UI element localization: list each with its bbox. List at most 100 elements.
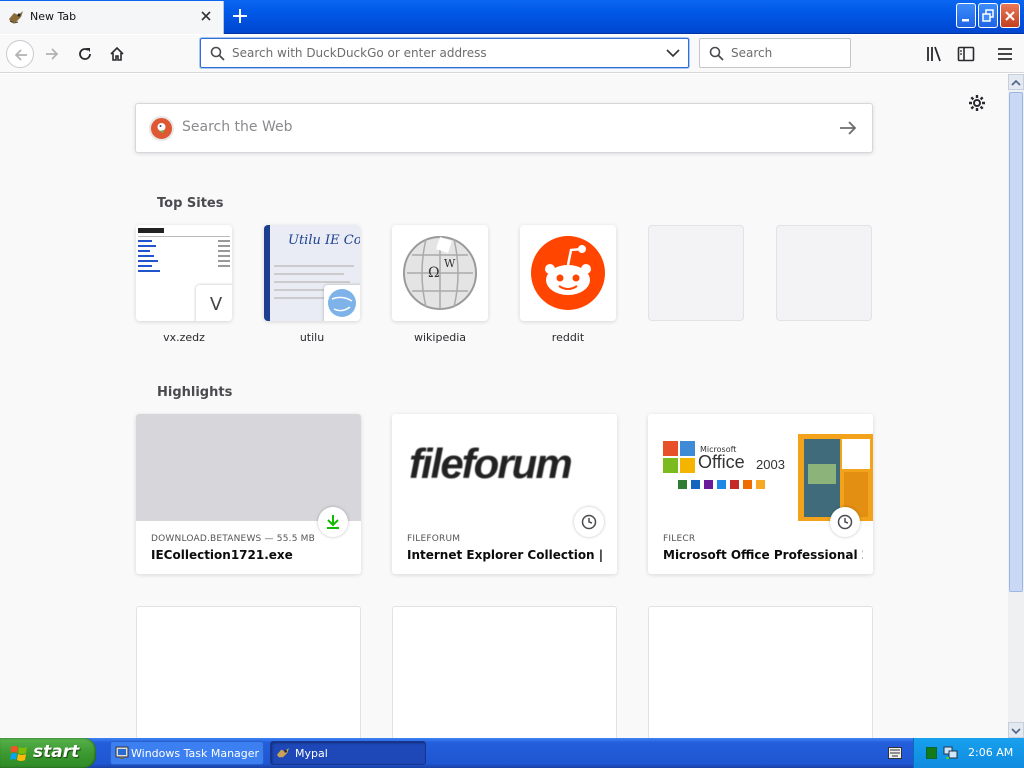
search-icon <box>210 46 225 61</box>
arrow-right-icon[interactable] <box>838 119 858 137</box>
taskbar-item-task-manager[interactable]: Windows Task Manager <box>110 741 264 765</box>
duckduckgo-icon <box>149 116 174 141</box>
site-thumbnail[interactable] <box>520 225 616 321</box>
download-icon <box>327 515 339 529</box>
taskbar-clock: 2:06 AM <box>968 746 1014 759</box>
library-icon[interactable] <box>925 45 943 63</box>
highlight-placeholder <box>392 606 617 738</box>
top-sites-heading: Top Sites <box>157 196 224 211</box>
visited-badge <box>830 507 860 537</box>
tab-title: New Tab <box>30 10 77 23</box>
office-logo-icon <box>663 441 695 473</box>
menu-icon[interactable] <box>996 45 1014 63</box>
duck-icon <box>157 123 166 133</box>
tab-new-tab[interactable]: New Tab <box>0 1 224 34</box>
highlights-heading: Highlights <box>157 385 233 400</box>
office-box-image <box>798 434 873 521</box>
close-window-button[interactable] <box>1000 3 1020 28</box>
vertical-scrollbar[interactable] <box>1008 74 1024 738</box>
wikipedia-globe-icon: Ω W <box>403 236 477 310</box>
restore-icon <box>982 9 994 22</box>
reload-button[interactable] <box>71 40 99 68</box>
highlight-card[interactable]: Microsoft Office 2003 FILECR Microsoft O… <box>648 414 873 574</box>
search-input[interactable] <box>731 46 841 60</box>
clock-icon <box>837 514 853 530</box>
card-title: IECollection1721.exe <box>151 548 293 562</box>
highlight-card[interactable]: fileforum FILEFORUM Internet Explorer Co… <box>392 414 617 574</box>
office-app-icons <box>678 480 765 489</box>
close-icon <box>1005 11 1015 21</box>
title-bar: New Tab <box>0 0 1024 34</box>
top-site-empty[interactable] <box>776 225 872 331</box>
top-site-empty[interactable] <box>648 225 744 331</box>
card-image-placeholder <box>136 414 361 521</box>
site-thumbnail[interactable]: Utilu IE Colle <box>264 225 360 321</box>
tray-app-icon[interactable] <box>926 747 937 759</box>
highlight-card[interactable]: DOWNLOAD.BETANEWS — 55.5 MB IECollection… <box>136 414 361 574</box>
site-label: utilu <box>299 331 325 344</box>
web-search-input[interactable] <box>182 119 782 135</box>
chevron-up-icon <box>1011 79 1021 86</box>
search-bar[interactable] <box>699 38 851 68</box>
top-site-utilu[interactable]: Utilu IE Colle utilu <box>264 225 360 344</box>
site-thumbnail[interactable]: V <box>136 225 232 321</box>
chevron-down-icon[interactable] <box>666 48 680 58</box>
empty-site-placeholder[interactable] <box>648 225 744 321</box>
forward-button[interactable] <box>38 40 66 68</box>
visited-badge <box>574 507 604 537</box>
minimize-icon <box>962 19 969 22</box>
windows-logo-icon <box>10 746 27 761</box>
scroll-up-button[interactable] <box>1008 74 1024 90</box>
taskbar: start Windows Task Manager Mypal 2:06 AM <box>0 738 1024 768</box>
back-button[interactable] <box>6 40 34 68</box>
scroll-thumb[interactable] <box>1009 92 1023 592</box>
gear-icon[interactable] <box>968 94 986 112</box>
restore-button[interactable] <box>978 3 998 28</box>
new-tab-plus-icon[interactable] <box>230 6 250 26</box>
clock-icon <box>581 514 597 530</box>
address-input[interactable] <box>232 46 652 60</box>
office-year-text: 2003 <box>756 457 785 472</box>
top-site-reddit[interactable]: reddit <box>520 225 616 344</box>
svg-text:W: W <box>444 257 456 270</box>
utilu-thumbnail-title: Utilu IE Colle <box>288 233 360 248</box>
network-icon[interactable] <box>943 746 959 760</box>
web-search-box[interactable] <box>135 103 873 153</box>
top-site-wikipedia[interactable]: Ω W wikipedia <box>392 225 488 344</box>
empty-site-placeholder[interactable] <box>776 225 872 321</box>
mypal-icon <box>277 747 289 758</box>
site-thumbnail[interactable]: Ω W <box>392 225 488 321</box>
start-label: start <box>33 742 80 762</box>
site-label: wikipedia <box>413 331 466 344</box>
svg-text:Ω: Ω <box>428 265 440 281</box>
mypal-icon <box>9 11 23 24</box>
site-letter-badge: V <box>196 285 232 321</box>
office-title-text: Office <box>698 452 745 472</box>
globe-icon <box>324 285 360 321</box>
search-icon <box>709 46 724 61</box>
forward-arrow-icon <box>46 48 59 60</box>
site-label: vx.zedz <box>163 331 205 344</box>
office-2003-image: Microsoft Office 2003 <box>648 414 873 521</box>
keyboard-icon[interactable] <box>888 747 902 759</box>
highlight-placeholder <box>648 606 873 738</box>
minimize-button[interactable] <box>956 3 976 28</box>
address-bar[interactable] <box>200 38 689 68</box>
fileforum-image: fileforum <box>392 414 617 521</box>
start-button[interactable]: start <box>0 738 96 768</box>
back-arrow-icon <box>14 49 27 61</box>
taskbar-item-label: Mypal <box>295 747 328 760</box>
download-badge <box>318 507 348 537</box>
top-site-vx-zedz[interactable]: V vx.zedz <box>136 225 232 344</box>
scroll-down-button[interactable] <box>1008 722 1024 738</box>
close-tab-icon[interactable] <box>199 9 213 23</box>
home-button[interactable] <box>103 40 131 68</box>
task-manager-icon <box>115 746 129 759</box>
taskbar-item-mypal[interactable]: Mypal <box>270 741 426 765</box>
card-source: FILEFORUM <box>407 534 461 544</box>
card-source: FILECR <box>663 534 696 544</box>
new-tab-page: Top Sites V vx.zedz <box>0 74 1008 738</box>
card-title: Microsoft Office Professional 20… <box>663 548 863 562</box>
sidebar-icon[interactable] <box>957 45 975 63</box>
site-label: reddit <box>551 331 585 344</box>
